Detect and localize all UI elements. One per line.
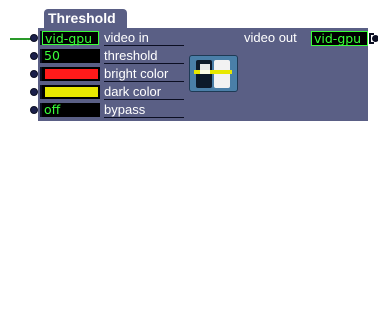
video-out-label: video out bbox=[244, 30, 297, 45]
threshold-value[interactable]: 50 bbox=[42, 49, 100, 63]
bypass-underline bbox=[104, 117, 184, 118]
dark-color-field[interactable] bbox=[42, 85, 100, 99]
video-out-value[interactable]: vid-gpu bbox=[311, 31, 368, 46]
dark-color-swatch bbox=[45, 87, 98, 97]
dark-color-label: dark color bbox=[104, 84, 162, 99]
video-in-port[interactable] bbox=[30, 34, 38, 42]
threshold-port[interactable] bbox=[30, 52, 38, 60]
bypass-value[interactable]: off bbox=[42, 103, 100, 117]
dark-color-underline bbox=[104, 99, 184, 100]
video-in-underline bbox=[104, 45, 184, 46]
bright-color-field[interactable] bbox=[42, 67, 100, 81]
dark-color-port[interactable] bbox=[30, 88, 38, 96]
bypass-label: bypass bbox=[104, 102, 146, 117]
bright-color-underline bbox=[104, 81, 184, 82]
threshold-label: threshold bbox=[104, 48, 158, 63]
bright-color-port[interactable] bbox=[30, 70, 38, 78]
threshold-slider-icon bbox=[189, 55, 238, 92]
video-out-port[interactable] bbox=[369, 33, 378, 44]
bypass-port[interactable] bbox=[30, 106, 38, 114]
threshold-underline bbox=[104, 63, 184, 64]
bright-color-label: bright color bbox=[104, 66, 169, 81]
video-in-value[interactable]: vid-gpu bbox=[42, 31, 99, 46]
video-in-label: video in bbox=[104, 30, 149, 45]
actor-title[interactable]: Threshold bbox=[44, 9, 127, 28]
bright-color-swatch bbox=[45, 69, 98, 79]
threshold-actor[interactable]: Threshold vid-gpu video in 50 threshold … bbox=[0, 0, 378, 125]
